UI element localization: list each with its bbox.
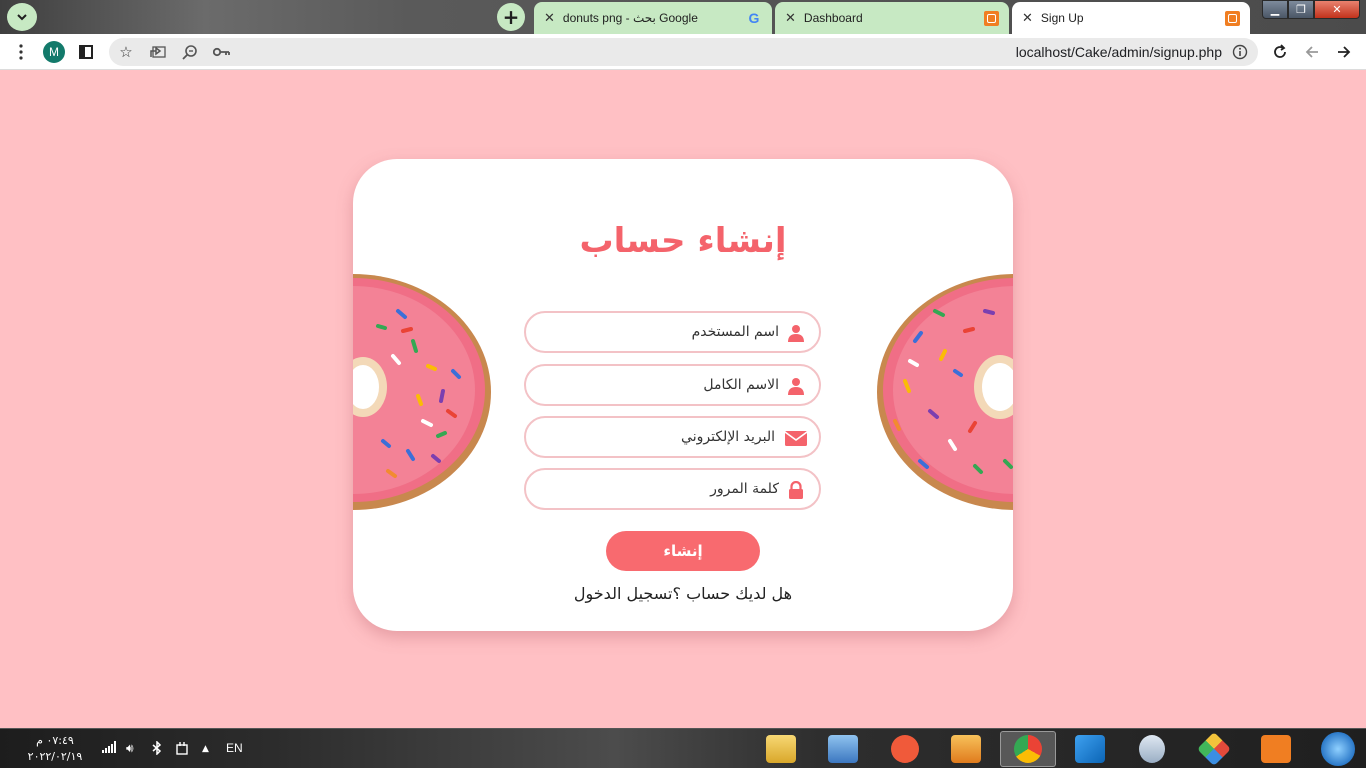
start-button[interactable]	[1310, 731, 1366, 767]
username-input[interactable]	[540, 322, 779, 342]
taskbar-app-snipping-tool[interactable]	[1124, 731, 1180, 767]
xampp-icon	[1224, 10, 1240, 26]
signup-card: إنشاء حساب إنشاء هل لديك حساب ؟تسجيل الد…	[353, 159, 1013, 631]
taskbar-app-chrome[interactable]	[1000, 731, 1056, 767]
taskbar: ٠٧:٤٩ م ٢٠٢٢/٠٢/١٩ 🔊︎ ▲ EN	[0, 728, 1366, 768]
share-icon[interactable]	[146, 40, 170, 64]
reload-button[interactable]	[1268, 40, 1292, 64]
tab-dashboard[interactable]: ✕ Dashboard	[775, 2, 1009, 34]
menu-button[interactable]	[9, 40, 33, 64]
envelope-icon	[785, 431, 807, 446]
donut-image-right	[877, 274, 1013, 510]
side-panel-icon	[79, 45, 93, 59]
chrome-icon	[1014, 735, 1042, 763]
google-icon: G	[748, 10, 760, 26]
password-input[interactable]	[540, 479, 779, 499]
close-icon: ✕	[1332, 3, 1342, 16]
power-icon[interactable]	[175, 741, 189, 758]
xampp-icon	[983, 10, 999, 26]
address-bar[interactable]: ☆ localhost/Cake/admin/signup.php	[109, 38, 1258, 66]
url-text[interactable]: localhost/Cake/admin/signup.php	[1016, 44, 1222, 60]
taskbar-app-file-explorer[interactable]	[753, 731, 809, 767]
tab-search-button[interactable]	[7, 3, 37, 31]
login-prompt: هل لديك حساب ؟تسجيل الدخول	[353, 584, 1013, 603]
side-panel-button[interactable]	[74, 40, 98, 64]
xampp-icon	[1261, 735, 1291, 763]
signal-icon[interactable]	[102, 741, 116, 756]
clock-time: ٠٧:٤٩ م	[36, 734, 74, 747]
reload-icon	[1274, 44, 1286, 58]
windows-logo-icon	[1321, 732, 1355, 766]
profile-avatar[interactable]: M	[43, 41, 65, 63]
browser-toolbar: M ☆ localhost/Cake/admin/signup.php	[0, 34, 1366, 70]
taskbar-app-vscode[interactable]	[1062, 731, 1118, 767]
close-icon[interactable]: ✕	[785, 10, 796, 26]
scissors-icon	[1139, 735, 1165, 763]
cube-icon	[1197, 732, 1231, 766]
fullname-input[interactable]	[540, 375, 779, 395]
site-info-icon[interactable]	[1228, 40, 1252, 64]
close-window-button[interactable]: ✕	[1314, 0, 1360, 19]
back-button[interactable]	[1300, 40, 1324, 64]
plus-icon: +	[502, 5, 520, 29]
arrow-right-icon	[1338, 46, 1351, 58]
donut-image-left	[353, 274, 491, 510]
password-field[interactable]	[524, 468, 821, 510]
tab-title: Sign Up	[1040, 11, 1084, 25]
username-field[interactable]	[524, 311, 821, 353]
folder-icon	[766, 735, 796, 763]
paw-icon	[891, 735, 919, 763]
language-indicator[interactable]: EN	[226, 741, 243, 755]
bluetooth-icon[interactable]	[152, 740, 162, 758]
tab-sign-up[interactable]: ✕ Sign Up	[1012, 2, 1250, 34]
minimize-icon: ▁	[1270, 3, 1280, 16]
user-icon	[788, 378, 804, 395]
browser-tab-strip: + ✕ donuts png - بحث Google G ✕ Dashboar…	[0, 0, 1366, 34]
restore-icon: ❐	[1296, 3, 1306, 16]
zoom-icon[interactable]	[178, 40, 202, 64]
key-icon[interactable]	[210, 40, 234, 64]
new-tab-button[interactable]: +	[497, 3, 525, 31]
login-link[interactable]: تسجيل الدخول	[574, 584, 673, 603]
taskbar-app-control-panel[interactable]	[815, 731, 871, 767]
lock-icon	[789, 481, 803, 499]
tab-title: Dashboard	[803, 11, 863, 25]
chevron-down-icon	[17, 14, 27, 21]
vscode-icon	[1075, 735, 1105, 763]
taskbar-app-xampp[interactable]	[1248, 731, 1304, 767]
fullname-field[interactable]	[524, 364, 821, 406]
email-input[interactable]	[540, 427, 775, 447]
media-player-icon	[951, 735, 981, 763]
taskbar-app-cube[interactable]	[1186, 731, 1242, 767]
login-prompt-text: هل لديك حساب ؟	[672, 584, 793, 603]
close-icon[interactable]: ✕	[544, 10, 555, 26]
volume-icon[interactable]: 🔊︎	[126, 741, 134, 756]
page-title: إنشاء حساب	[579, 221, 787, 261]
taskbar-app-media-player[interactable]	[938, 731, 994, 767]
clock-date: ٢٠٢٢/٠٢/١٩	[27, 750, 83, 763]
user-icon	[788, 325, 804, 342]
control-panel-icon	[828, 735, 858, 763]
taskbar-app-paw[interactable]	[877, 731, 933, 767]
tab-title: donuts png - بحث Google	[562, 11, 698, 25]
maximize-button[interactable]: ❐	[1288, 0, 1314, 19]
kebab-menu-icon	[19, 44, 23, 60]
close-icon[interactable]: ✕	[1022, 10, 1033, 26]
star-icon[interactable]: ☆	[114, 40, 138, 64]
forward-button[interactable]	[1332, 40, 1356, 64]
system-clock[interactable]: ٠٧:٤٩ م ٢٠٢٢/٠٢/١٩	[22, 733, 88, 765]
create-account-button[interactable]: إنشاء	[606, 531, 760, 571]
email-field[interactable]	[524, 416, 821, 458]
arrow-left-icon	[1305, 46, 1318, 58]
tab-google-search[interactable]: ✕ donuts png - بحث Google G	[534, 2, 772, 34]
show-hidden-icons[interactable]: ▲	[202, 744, 209, 754]
minimize-button[interactable]: ▁	[1262, 0, 1288, 19]
